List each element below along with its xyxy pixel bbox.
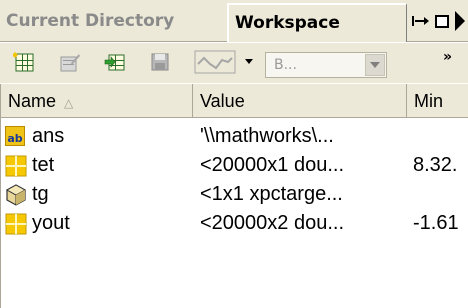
open-selection-button[interactable] <box>58 50 82 74</box>
column-header-name[interactable]: Name △ <box>1 84 193 118</box>
import-data-button[interactable] <box>103 50 127 74</box>
workspace-toolbar: B... » <box>0 43 468 83</box>
variable-min <box>413 122 468 151</box>
plot-dropdown-button[interactable] <box>241 50 257 74</box>
next-panel-button[interactable] <box>452 10 468 32</box>
open-selection-icon <box>60 54 80 72</box>
base-workspace-select[interactable]: B... <box>265 52 387 78</box>
maximize-button[interactable] <box>433 10 451 32</box>
variable-min <box>413 180 468 209</box>
variable-value: <20000x2 dou... <box>200 212 345 234</box>
variable-name: tet <box>32 154 55 176</box>
variable-value: '\\mathworks\... <box>200 125 334 147</box>
table-row[interactable]: yout <20000x2 dou... -1.61 <box>1 209 468 238</box>
variable-min: 8.32. <box>413 154 458 176</box>
save-workspace-button[interactable] <box>148 50 172 74</box>
table-row[interactable]: tet <20000x1 dou... 8.32. <box>1 151 468 180</box>
tab-workspace[interactable]: Workspace <box>227 3 407 42</box>
save-workspace-icon <box>151 53 169 71</box>
table-row[interactable]: tg <1x1 xpctarge... <box>1 180 468 209</box>
plot-button[interactable] <box>193 50 237 74</box>
char-array-icon: ab <box>5 126 27 148</box>
undock-button[interactable] <box>410 10 432 32</box>
workspace-table: Name △ Value Min ab ans '\\mathworks\... … <box>0 84 468 308</box>
new-variable-button[interactable] <box>12 50 36 74</box>
maximize-icon <box>435 14 449 28</box>
numeric-array-icon <box>5 213 27 235</box>
tab-current-directory[interactable]: Current Directory <box>0 3 225 42</box>
variable-name: ans <box>32 125 65 147</box>
table-row[interactable]: ab ans '\\mathworks\... <box>1 122 468 151</box>
object-icon <box>5 184 27 206</box>
variable-value: <1x1 xpctarge... <box>200 183 343 205</box>
undock-icon <box>412 16 429 26</box>
next-arrow-icon <box>455 11 465 31</box>
select-value: B... <box>274 57 297 73</box>
panel-tab-bar: Current Directory Workspace <box>0 0 468 42</box>
variable-min: -1.61 <box>413 212 459 234</box>
sort-ascending-icon: △ <box>64 96 74 110</box>
import-data-icon <box>104 54 125 71</box>
column-header-value[interactable]: Value <box>193 84 407 118</box>
chevron-down-icon <box>245 59 253 64</box>
column-header-label: Min <box>414 91 444 111</box>
column-header-label: Value <box>200 91 245 111</box>
numeric-array-icon <box>5 155 27 177</box>
plot-icon <box>194 50 236 74</box>
toolbar-overflow-button[interactable]: » <box>443 49 452 65</box>
table-header: Name △ Value Min <box>1 84 468 118</box>
variable-name: tg <box>32 183 49 205</box>
chevron-down-icon <box>370 62 380 68</box>
variable-value: <20000x1 dou... <box>200 154 345 176</box>
select-dropdown-button[interactable] <box>365 54 385 76</box>
new-variable-icon <box>13 52 34 72</box>
variable-name: yout <box>32 212 70 234</box>
column-header-label: Name <box>8 91 57 111</box>
column-header-min[interactable]: Min <box>407 84 468 118</box>
